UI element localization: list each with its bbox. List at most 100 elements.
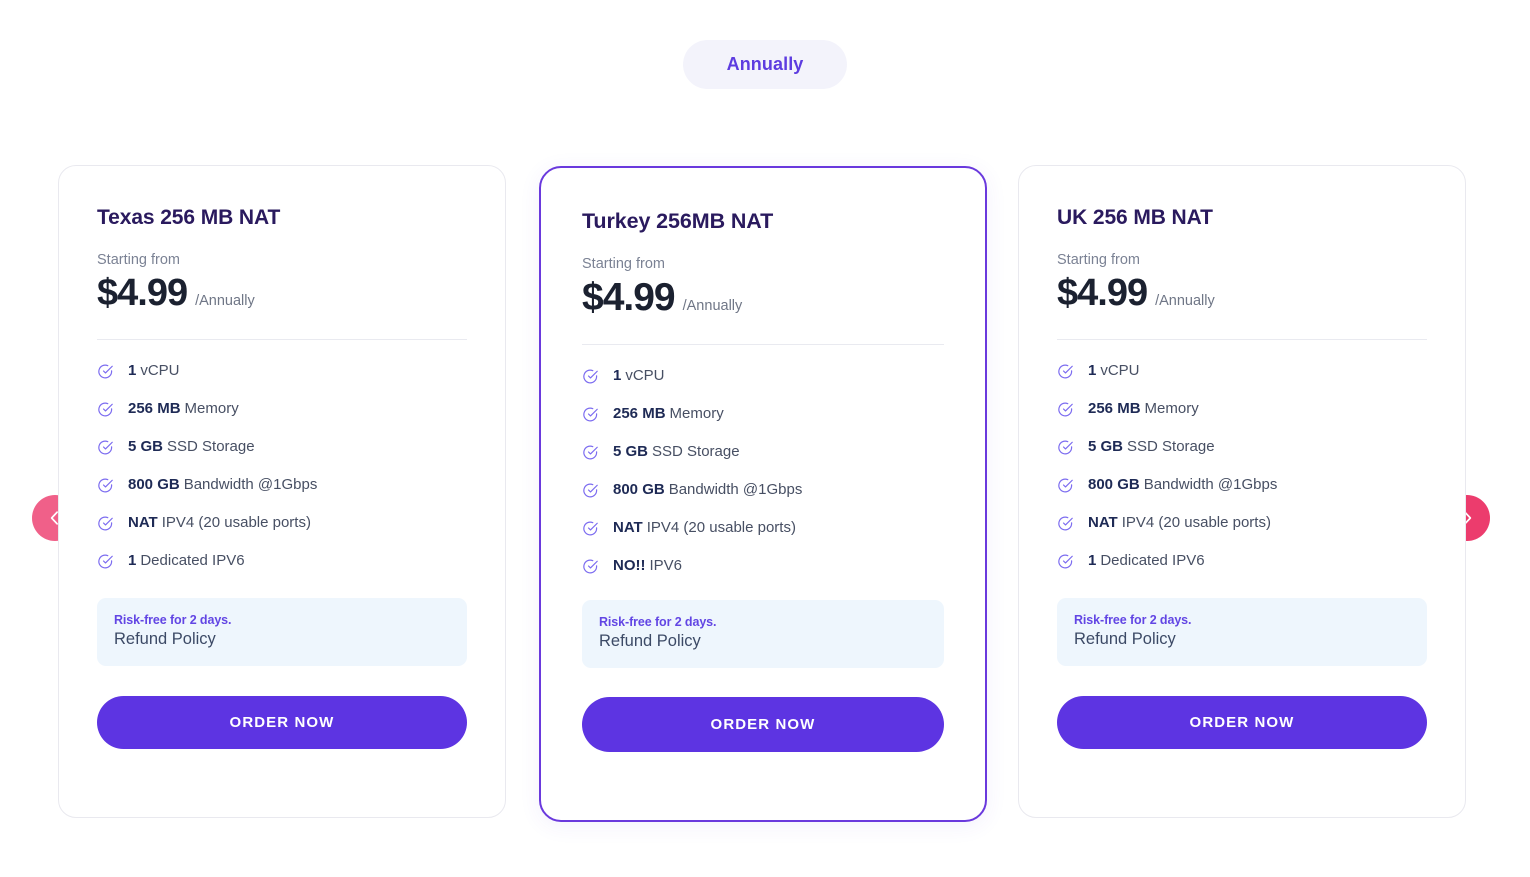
feature-highlight: 256 MB (613, 405, 666, 422)
check-circle-icon (582, 482, 599, 499)
starting-from-label: Starting from (97, 252, 180, 268)
feature-list: 1 vCPU 256 MB Memory 5 GB SSD Storage 800 GB Ba… (582, 367, 944, 575)
feature-text: 1 vCPU (1088, 362, 1140, 380)
feature-highlight: 256 MB (1088, 400, 1141, 417)
feature-text: 5 GB SSD Storage (1088, 438, 1215, 456)
feature-detail: vCPU (1100, 362, 1140, 379)
feature-text: 1 vCPU (128, 362, 180, 380)
feature-item: 256 MB Memory (1057, 400, 1427, 418)
check-circle-icon (97, 515, 114, 532)
refund-policy-link[interactable]: Refund Policy (599, 632, 927, 651)
feature-item: 800 GB Bandwidth @1Gbps (582, 481, 944, 499)
feature-detail: IPV6 (649, 557, 683, 574)
pricing-card: Turkey 256MB NAT Starting from $4.99/Annua… (539, 166, 987, 822)
divider (97, 339, 467, 340)
check-circle-icon (1057, 553, 1074, 570)
check-circle-icon (97, 439, 114, 456)
feature-detail: SSD Storage (652, 443, 740, 460)
refund-policy-link[interactable]: Refund Policy (114, 630, 450, 649)
feature-item: NAT IPV4 (20 usable ports) (582, 519, 944, 537)
billing-period: /Annually (1155, 293, 1215, 309)
feature-highlight: NAT (1088, 514, 1118, 531)
feature-highlight: 5 GB (1088, 438, 1124, 455)
refund-note: Risk-free for 2 days. (599, 615, 717, 629)
starting-from-label: Starting from (1057, 252, 1140, 268)
starting-from-label: Starting from (582, 256, 665, 272)
feature-text: 256 MB Memory (128, 400, 239, 418)
feature-item: 5 GB SSD Storage (1057, 438, 1427, 456)
feature-text: 800 GB Bandwidth @1Gbps (128, 476, 317, 494)
feature-detail: Memory (184, 400, 239, 417)
plan-price: $4.99 (97, 272, 188, 314)
check-circle-icon (1057, 401, 1074, 418)
order-now-button[interactable]: ORDER NOW (582, 697, 944, 752)
feature-detail: Bandwidth @1Gbps (183, 476, 318, 493)
feature-item: 1 Dedicated IPV6 (97, 552, 467, 570)
feature-detail: SSD Storage (167, 438, 255, 455)
feature-text: 1 Dedicated IPV6 (128, 552, 245, 570)
feature-item: 800 GB Bandwidth @1Gbps (97, 476, 467, 494)
check-circle-icon (582, 368, 599, 385)
refund-policy-link[interactable]: Refund Policy (1074, 630, 1410, 649)
feature-highlight: NO!! (613, 557, 646, 574)
order-now-button[interactable]: ORDER NOW (97, 696, 467, 749)
check-circle-icon (97, 401, 114, 418)
feature-text: 1 Dedicated IPV6 (1088, 552, 1205, 570)
feature-detail: IPV4 (20 usable ports) (646, 519, 796, 536)
refund-note: Risk-free for 2 days. (1074, 613, 1192, 627)
refund-notice: Risk-free for 2 days. Refund Policy (582, 600, 944, 668)
check-circle-icon (1057, 515, 1074, 532)
order-now-button[interactable]: ORDER NOW (1057, 696, 1427, 749)
refund-notice: Risk-free for 2 days. Refund Policy (1057, 598, 1427, 666)
check-circle-icon (582, 444, 599, 461)
check-circle-icon (582, 520, 599, 537)
feature-detail: Dedicated IPV6 (1100, 552, 1205, 569)
feature-highlight: 1 (1088, 552, 1097, 569)
check-circle-icon (1057, 477, 1074, 494)
feature-detail: Dedicated IPV6 (140, 552, 245, 569)
feature-highlight: 5 GB (613, 443, 649, 460)
pricing-card: UK 256 MB NAT Starting from $4.99/Annually… (1018, 165, 1466, 818)
feature-item: 1 Dedicated IPV6 (1057, 552, 1427, 570)
feature-text: 800 GB Bandwidth @1Gbps (1088, 476, 1277, 494)
feature-detail: Bandwidth @1Gbps (668, 481, 803, 498)
feature-item: 1 vCPU (97, 362, 467, 380)
check-circle-icon (582, 558, 599, 575)
pricing-card-list: Texas 256 MB NAT Starting from $4.99/Annua… (0, 0, 1530, 877)
feature-text: 800 GB Bandwidth @1Gbps (613, 481, 802, 499)
refund-notice: Risk-free for 2 days. Refund Policy (97, 598, 467, 666)
feature-item: 5 GB SSD Storage (97, 438, 467, 456)
feature-item: 256 MB Memory (97, 400, 467, 418)
feature-highlight: NAT (613, 519, 643, 536)
plan-price: $4.99 (1057, 272, 1148, 314)
feature-text: 256 MB Memory (613, 405, 724, 423)
plan-title: UK 256 MB NAT (1057, 206, 1213, 229)
check-circle-icon (97, 363, 114, 380)
check-circle-icon (97, 553, 114, 570)
feature-detail: vCPU (625, 367, 665, 384)
billing-period: /Annually (682, 298, 743, 314)
feature-text: NAT IPV4 (20 usable ports) (1088, 514, 1271, 532)
feature-text: NAT IPV4 (20 usable ports) (128, 514, 311, 532)
feature-highlight: 800 GB (1088, 476, 1140, 493)
feature-item: 1 vCPU (1057, 362, 1427, 380)
billing-period: /Annually (195, 293, 255, 309)
check-circle-icon (1057, 363, 1074, 380)
plan-price: $4.99 (582, 276, 676, 319)
feature-list: 1 vCPU 256 MB Memory 5 GB SSD Storage 800 GB Ba… (1057, 362, 1427, 570)
pricing-page: Annually Texas 256 MB NAT Starting from $4… (0, 0, 1530, 877)
feature-highlight: 5 GB (128, 438, 164, 455)
feature-item: NO!! IPV6 (582, 557, 944, 575)
feature-item: NAT IPV4 (20 usable ports) (97, 514, 467, 532)
feature-highlight: 1 (128, 552, 137, 569)
feature-item: 800 GB Bandwidth @1Gbps (1057, 476, 1427, 494)
feature-text: NAT IPV4 (20 usable ports) (613, 519, 796, 537)
feature-detail: SSD Storage (1127, 438, 1215, 455)
feature-text: 5 GB SSD Storage (128, 438, 255, 456)
feature-highlight: 800 GB (128, 476, 180, 493)
price-row: $4.99/Annually (97, 272, 467, 315)
feature-highlight: 1 (613, 367, 622, 384)
price-row: $4.99/Annually (582, 276, 944, 320)
feature-detail: Memory (1144, 400, 1199, 417)
check-circle-icon (582, 406, 599, 423)
